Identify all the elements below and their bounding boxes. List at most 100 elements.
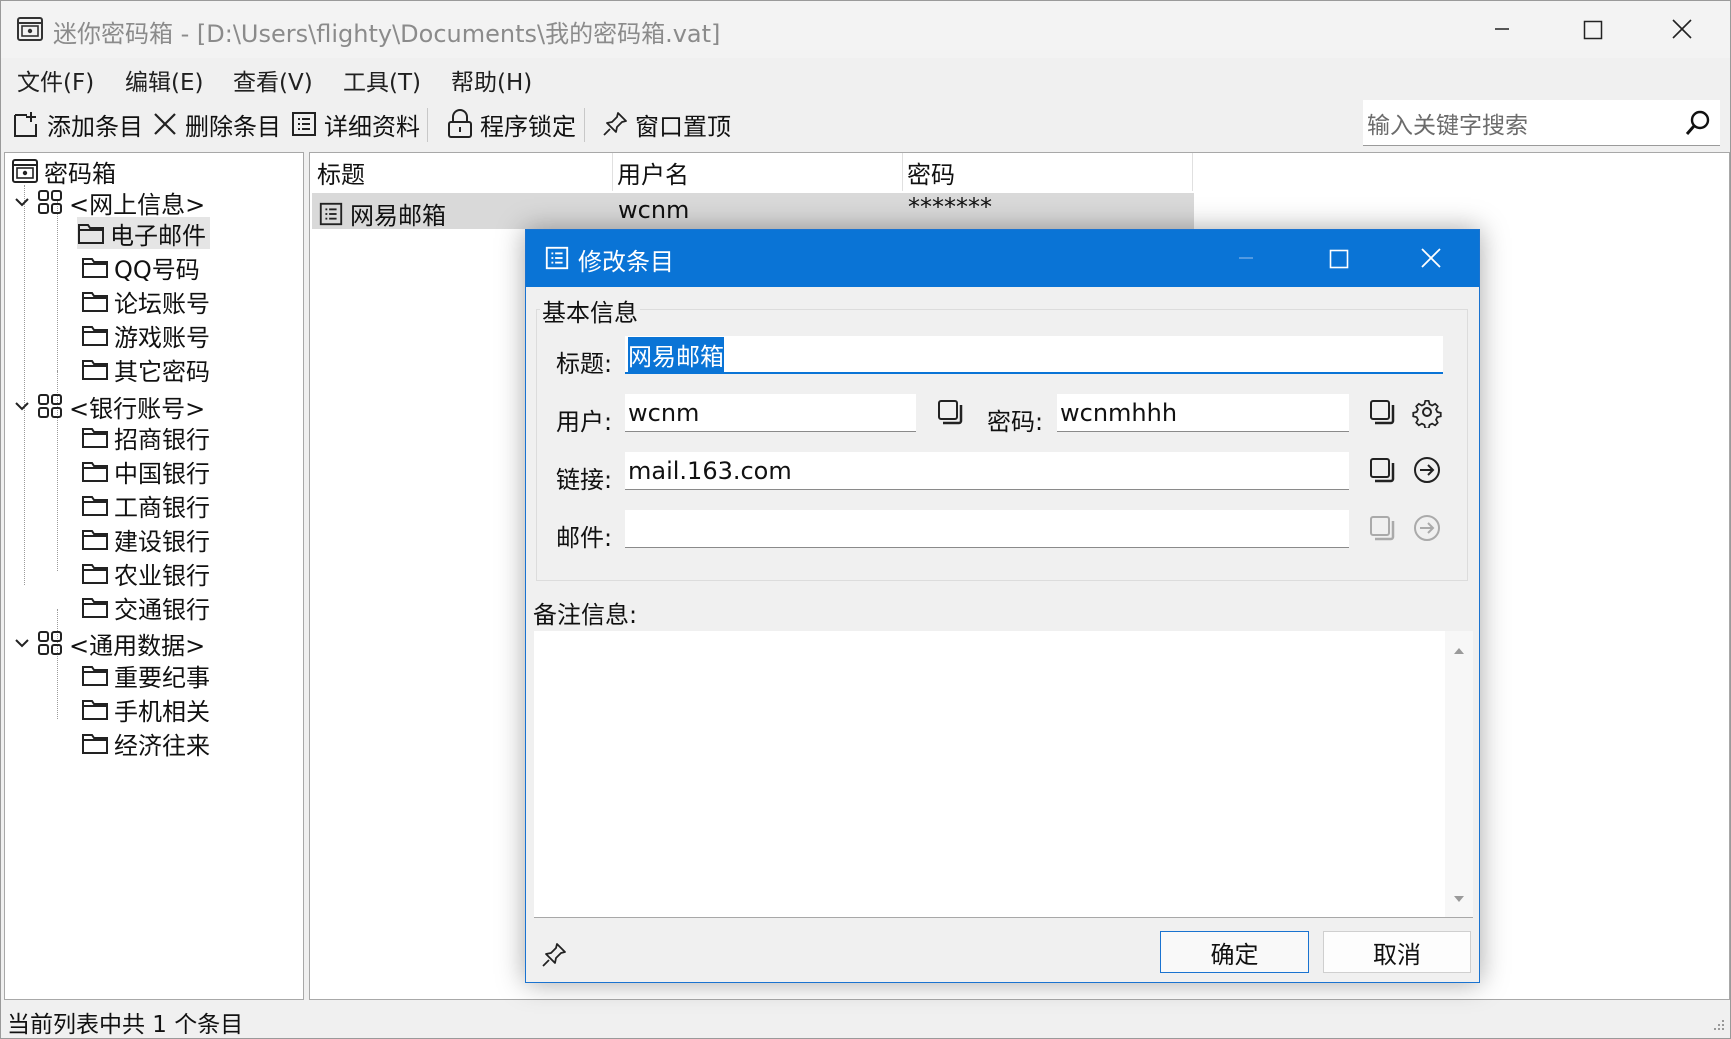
column-header-title[interactable]: 标题	[317, 153, 613, 191]
copy-link-icon[interactable]	[1366, 454, 1398, 486]
tree-group-label: <银行账号>	[69, 394, 206, 423]
tree-item-label: 交通银行	[114, 595, 210, 624]
column-header-user[interactable]: 用户名	[617, 153, 903, 191]
menu-edit[interactable]: 编辑(E)	[125, 63, 203, 97]
tree-group-online[interactable]: <网上信息>	[13, 186, 206, 219]
tree-item-cmb[interactable]: 招商银行	[81, 421, 210, 454]
open-link-arrow-icon[interactable]	[1411, 454, 1443, 486]
menu-file[interactable]: 文件(F)	[17, 63, 94, 97]
user-field[interactable]: wcnm	[625, 394, 916, 432]
app-safe-icon	[17, 17, 43, 41]
title-bar: 迷你密码箱 - [D:\Users\flighty\Documents\我的密码…	[1, 1, 1730, 58]
dialog-title-bar: 修改条目	[526, 230, 1479, 287]
entry-icon	[319, 202, 343, 225]
tree-item-events[interactable]: 重要纪事	[81, 659, 210, 692]
tree-item-qq[interactable]: QQ号码	[81, 251, 200, 284]
notes-textarea[interactable]	[534, 631, 1473, 918]
pin-window-button[interactable]: 窗口置顶	[601, 108, 731, 141]
dialog-maximize-button[interactable]	[1293, 230, 1383, 287]
title-label: 标题:	[556, 350, 613, 378]
tree-item-label: 农业银行	[114, 561, 210, 590]
tree-guide	[57, 609, 58, 719]
status-bar: 当前列表中共 1 个条目	[1, 1000, 1730, 1038]
minimize-button[interactable]	[1457, 1, 1547, 58]
ok-button[interactable]: 确定	[1160, 931, 1309, 973]
lock-button[interactable]: 程序锁定	[446, 108, 576, 141]
menu-tools[interactable]: 工具(T)	[343, 63, 421, 97]
link-label: 链接:	[556, 466, 613, 494]
maximize-button[interactable]	[1547, 1, 1637, 58]
delete-entry-button[interactable]: 删除条目	[151, 108, 281, 141]
cancel-button[interactable]: 取消	[1323, 931, 1471, 973]
tree-item-label: 重要纪事	[114, 663, 210, 692]
tree-group-general[interactable]: <通用数据>	[13, 627, 205, 660]
folder-icon	[82, 598, 108, 618]
tree-item-label: 中国银行	[114, 459, 210, 488]
scroll-down-icon[interactable]	[1445, 887, 1473, 911]
mail-field[interactable]	[625, 510, 1349, 548]
dialog-title: 修改条目	[578, 248, 674, 276]
dialog-minimize-button[interactable]	[1201, 230, 1291, 287]
tree-group-bank[interactable]: <银行账号>	[13, 390, 206, 423]
tree-item-abc[interactable]: 农业银行	[81, 557, 210, 590]
add-entry-label: 添加条目	[47, 112, 143, 141]
tree-item-other[interactable]: 其它密码	[81, 353, 210, 386]
tree-item-phone[interactable]: 手机相关	[81, 693, 210, 726]
basic-info-label: 基本信息	[540, 293, 640, 328]
pin-icon[interactable]	[540, 941, 568, 969]
tree-item-ccb[interactable]: 建设银行	[81, 523, 210, 556]
close-button[interactable]	[1637, 1, 1727, 58]
password-field[interactable]: wcnmhhh	[1057, 394, 1349, 432]
tree-item-finance[interactable]: 经济往来	[81, 727, 210, 760]
title-field[interactable]: 网易邮箱	[625, 336, 1443, 374]
copy-mail-icon[interactable]	[1366, 512, 1398, 544]
menu-help[interactable]: 帮助(H)	[451, 63, 532, 97]
folder-icon	[82, 428, 108, 448]
tree-item-label: 手机相关	[114, 697, 210, 726]
folder-icon	[82, 666, 108, 686]
tree-group-label: <网上信息>	[69, 190, 206, 219]
tree-item-icbc[interactable]: 工商银行	[81, 489, 210, 522]
tree-item-forum[interactable]: 论坛账号	[81, 285, 210, 318]
folder-icon	[82, 734, 108, 754]
tree-item-bocom[interactable]: 交通银行	[81, 591, 210, 624]
minimize-icon	[1239, 257, 1253, 259]
tree-item-label: 经济往来	[114, 731, 210, 760]
details-button[interactable]: 详细资料	[290, 108, 420, 141]
tree-item-game[interactable]: 游戏账号	[81, 319, 210, 352]
tree-item-boc[interactable]: 中国银行	[81, 455, 210, 488]
copy-password-icon[interactable]	[1366, 396, 1398, 428]
link-field[interactable]: mail.163.com	[625, 452, 1349, 490]
folder-icon	[82, 258, 108, 278]
tree-guide	[57, 201, 58, 371]
send-mail-arrow-icon[interactable]	[1411, 512, 1443, 544]
close-icon	[1672, 19, 1692, 39]
copy-user-icon[interactable]	[934, 396, 966, 428]
resize-grip-icon[interactable]	[1710, 1018, 1726, 1034]
group-icon	[38, 190, 62, 214]
table-row[interactable]: 网易邮箱 wcnm *******	[312, 193, 1194, 230]
tree-root[interactable]: 密码箱	[11, 155, 116, 188]
add-entry-button[interactable]: 添加条目	[11, 108, 143, 141]
maximize-icon	[1583, 20, 1603, 40]
tree-root-label: 密码箱	[44, 159, 116, 188]
menu-view[interactable]: 查看(V)	[233, 63, 313, 97]
delete-entry-label: 删除条目	[185, 112, 281, 141]
column-header-password[interactable]: 密码	[907, 153, 1193, 191]
search-icon[interactable]	[1684, 109, 1712, 137]
group-icon	[38, 394, 62, 418]
chevron-down-icon	[15, 402, 29, 411]
dialog-close-button[interactable]	[1386, 230, 1476, 287]
scroll-up-icon[interactable]	[1445, 639, 1473, 663]
folder-icon	[82, 360, 108, 380]
folder-icon	[82, 564, 108, 584]
search-input[interactable]: 输入关键字搜索	[1363, 100, 1720, 146]
user-label: 用户:	[556, 408, 613, 436]
folder-icon	[82, 530, 108, 550]
generate-password-gear-icon[interactable]	[1411, 396, 1443, 428]
tree-item-label: 招商银行	[114, 425, 210, 454]
notes-scrollbar[interactable]	[1445, 631, 1473, 917]
entry-icon	[545, 246, 569, 270]
tree-item-email[interactable]: 电子邮件	[77, 217, 210, 250]
category-tree[interactable]: 密码箱 <网上信息> 电子邮件 QQ号码 论坛账号 游戏账号 其它密码 <银行账…	[4, 152, 304, 1000]
